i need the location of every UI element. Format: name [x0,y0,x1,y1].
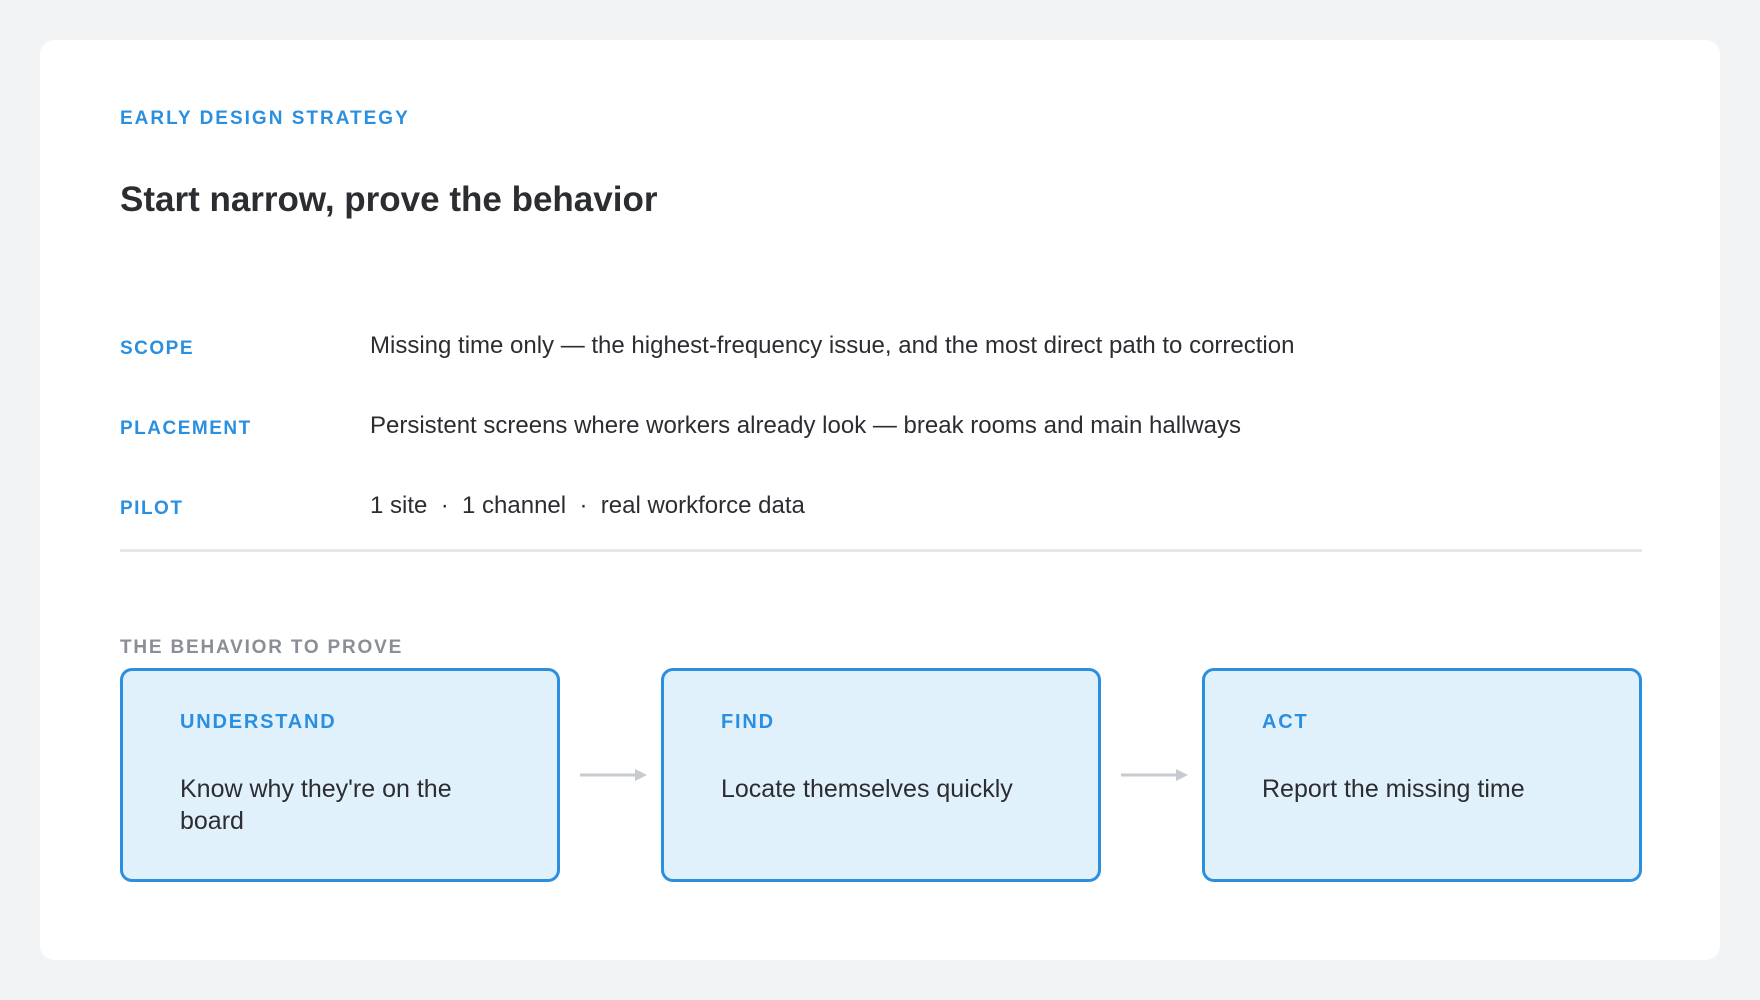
detail-row-placement: PLACEMENT Persistent screens where worke… [120,412,1640,452]
step-text: Report the missing time [1262,775,1525,803]
detail-value: Persistent screens where workers already… [370,412,1242,439]
behavior-flow: UNDERSTAND Know why they're on the board… [120,668,1642,886]
page-title: Start narrow, prove the behavior [120,180,658,219]
detail-label: PLACEMENT [120,418,252,439]
eyebrow-label: EARLY DESIGN STRATEGY [120,108,410,129]
section-divider [120,549,1642,552]
step-label: UNDERSTAND [180,711,337,733]
arrow-right-icon [1121,769,1188,781]
detail-value: Missing time only — the highest-frequenc… [370,332,1295,359]
detail-row-pilot: PILOT 1 site · 1 channel · real workforc… [120,492,1640,532]
section-title: THE BEHAVIOR TO PROVE [120,637,404,658]
step-text: Locate themselves quickly [721,775,1013,803]
step-label: ACT [1262,711,1309,733]
strategy-card: EARLY DESIGN STRATEGY Start narrow, prov… [40,40,1720,960]
detail-label: SCOPE [120,338,195,359]
detail-row-scope: SCOPE Missing time only — the highest-fr… [120,332,1640,372]
step-label: FIND [721,711,775,733]
detail-label: PILOT [120,498,184,519]
arrow-right-icon [580,769,647,781]
detail-value: 1 site · 1 channel · real workforce data [370,492,805,519]
step-find: FIND Locate themselves quickly [661,668,1101,882]
step-understand: UNDERSTAND Know why they're on the board [120,668,560,882]
step-act: ACT Report the missing time [1202,668,1642,882]
step-text: Know why they're on the board [180,775,452,835]
